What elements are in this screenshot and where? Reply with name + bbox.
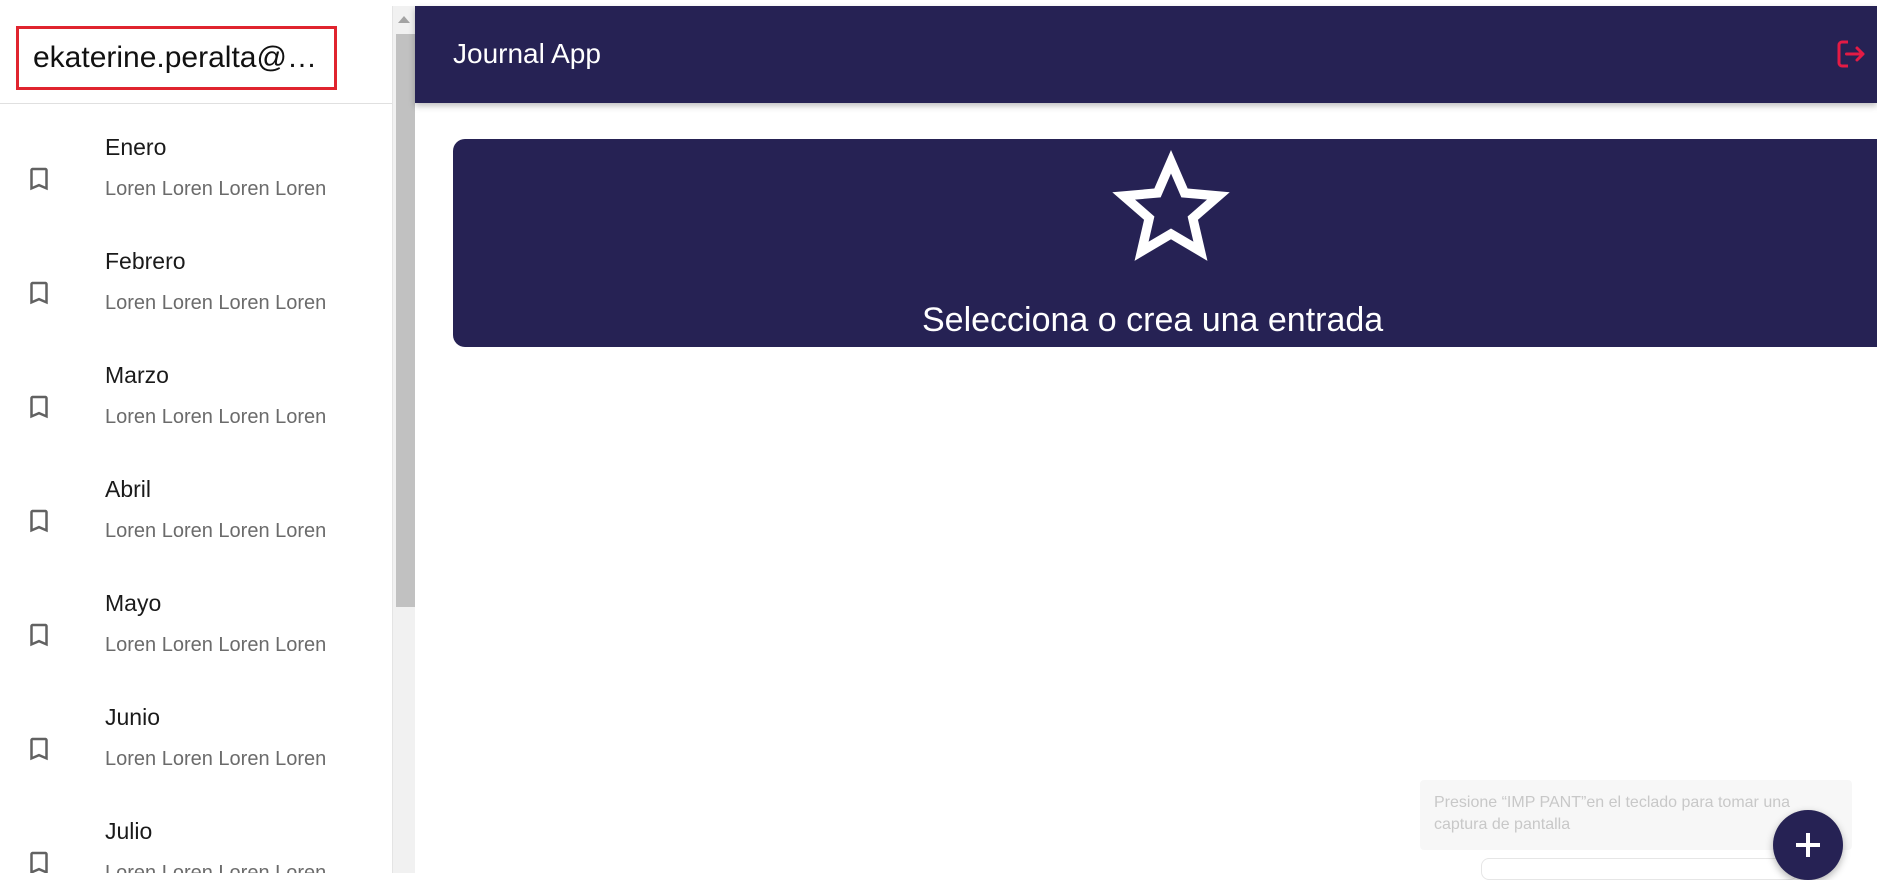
list-item[interactable]: Junio Loren Loren Loren Loren (0, 692, 392, 806)
entry-body: Loren Loren Loren Loren (105, 292, 327, 314)
sidebar: ekaterine.peralta@gmail.com Enero Loren … (0, 6, 392, 873)
toast-text: Presione “IMP PANT”en el teclado para to… (1434, 794, 1791, 833)
nothing-selected-panel: Selecciona o crea una entrada (453, 139, 1877, 347)
add-entry-button[interactable] (1773, 810, 1843, 880)
list-item[interactable]: Febrero Loren Loren Loren Loren (0, 236, 392, 350)
bookmark-icon (30, 737, 48, 761)
bookmark-icon (30, 281, 48, 305)
entry-title: Mayo (105, 590, 162, 616)
entry-body: Loren Loren Loren Loren (105, 862, 327, 873)
list-item[interactable]: Julio Loren Loren Loren Loren (0, 806, 392, 873)
scroll-thumb[interactable] (396, 34, 415, 607)
list-item[interactable]: Abril Loren Loren Loren Loren (0, 464, 392, 578)
logout-icon[interactable] (1833, 36, 1869, 72)
bookmark-icon (30, 851, 48, 873)
bookmark-icon (30, 623, 48, 647)
entry-title: Junio (105, 704, 160, 730)
entry-body: Loren Loren Loren Loren (105, 748, 327, 770)
star-icon (1112, 150, 1230, 261)
list-item[interactable]: Enero Loren Loren Loren Loren (0, 122, 392, 236)
scroll-up-arrow[interactable] (398, 16, 410, 23)
plus-icon (1796, 833, 1820, 857)
bookmark-icon (30, 395, 48, 419)
user-email: ekaterine.peralta@gmail.com (16, 26, 337, 90)
sidebar-scrollbar[interactable] (392, 6, 415, 873)
entry-body: Loren Loren Loren Loren (105, 178, 327, 200)
entry-body: Loren Loren Loren Loren (105, 634, 327, 656)
entry-title: Enero (105, 134, 167, 160)
app-bar: Journal App (415, 6, 1877, 103)
user-email-text: ekaterine.peralta@gmail.com (33, 41, 320, 74)
list-item[interactable]: Mayo Loren Loren Loren Loren (0, 578, 392, 692)
toast-footer (1481, 858, 1798, 880)
nothing-selected-text: Selecciona o crea una entrada (922, 301, 1384, 339)
entry-body: Loren Loren Loren Loren (105, 520, 327, 542)
list-item[interactable]: Marzo Loren Loren Loren Loren (0, 350, 392, 464)
entry-body: Loren Loren Loren Loren (105, 406, 327, 428)
entry-title: Febrero (105, 248, 186, 274)
bookmark-icon (30, 167, 48, 191)
bookmark-icon (30, 509, 48, 533)
sidebar-header: ekaterine.peralta@gmail.com (0, 6, 392, 104)
entry-title: Abril (105, 476, 152, 502)
app-title: Journal App (453, 38, 601, 69)
entry-title: Julio (105, 818, 153, 844)
entry-title: Marzo (105, 362, 169, 388)
